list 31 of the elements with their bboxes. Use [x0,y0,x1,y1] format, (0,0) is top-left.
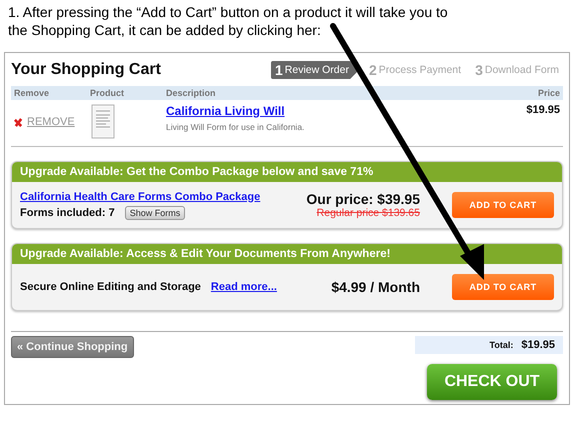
package-link[interactable]: California Health Care Forms Combo Package [20,190,287,202]
show-forms-button[interactable]: Show Forms [124,206,186,220]
column-header: Price [476,86,563,100]
total-value: $19.95 [521,339,555,351]
document-icon [90,104,116,140]
product-link[interactable]: California Living Will [166,104,474,118]
close-icon [14,118,23,126]
item-price: $19.95 [526,104,560,116]
cart-title: Your Shopping Cart [11,61,161,79]
remove-link[interactable]: REMOVE [14,116,84,128]
column-header: Remove [11,86,87,100]
regular-price: Regular price $139.65 [316,207,420,219]
upgrade-header: Upgrade Available: Access & Edit Your Documents From Anywhere! [12,244,562,264]
checkout-step: 3 Download Form [471,61,563,79]
our-price: Our price: $39.95 [306,191,420,207]
checkout-button[interactable]: CHECK OUT [427,364,557,400]
checkout-step: 2 Process Payment [364,61,466,79]
read-more-link[interactable]: Read more... [210,281,277,293]
column-header: Product [87,86,163,100]
product-description: Living Will Form for use in California. [166,122,306,132]
forms-count: Forms included: 7 [20,206,115,218]
add-to-cart-button[interactable]: ADD TO CART [452,274,554,300]
continue-shopping-button[interactable]: « Continue Shopping [11,336,134,358]
checkout-step: 1 Review Order [271,61,359,79]
add-to-cart-button[interactable]: ADD TO CART [452,192,554,218]
column-header: Description [163,86,477,100]
service-name: Secure Online Editing and Storage [20,281,201,293]
instruction-text: 1. After pressing the “Add to Cart” button on a product it will take you to the Shopping Cart, it can be added by clicking her: [7,3,448,39]
total-label: Total: [490,340,514,350]
monthly-price: $4.99 / Month [331,279,420,295]
upgrade-header: Upgrade Available: Get the Combo Package below and save 71% [12,162,562,182]
